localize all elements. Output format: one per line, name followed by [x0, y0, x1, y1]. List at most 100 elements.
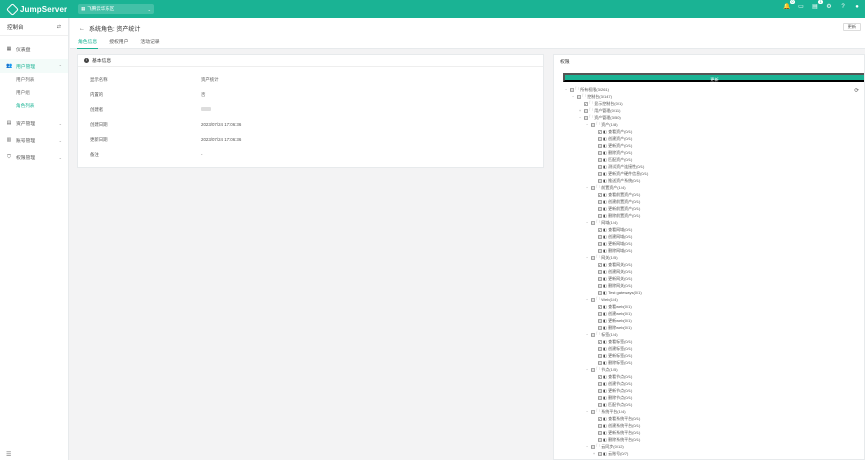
tree-checkbox[interactable]: □ [590, 409, 595, 414]
tree-checkbox[interactable]: □ [597, 276, 602, 281]
tree-checkbox[interactable]: □ [597, 143, 602, 148]
tree-node[interactable]: − □ 🗀 Web(1/4) [585, 296, 618, 303]
tree-checkbox[interactable]: □ [583, 115, 588, 120]
sidebar-item-permission-management[interactable]: ⛉ 权限管理 ⌄ [0, 150, 68, 164]
tree-checkbox[interactable]: □ [590, 185, 595, 190]
collapse-icon[interactable]: − [578, 116, 582, 120]
tree-node[interactable]: □ ◧ 测试资产连接性(0/1) [592, 163, 644, 170]
collapse-icon[interactable]: − [585, 256, 589, 260]
bell-icon[interactable]: 🔔 0 [783, 0, 795, 11]
tree-node[interactable]: − □ 🗀 节点(1/5) [585, 366, 618, 373]
brand-logo[interactable]: JumpServer [0, 2, 70, 16]
tree-node[interactable]: − □ 🗀 控制台(3/147) [571, 93, 612, 100]
tree-checkbox[interactable]: ✓ [583, 101, 588, 106]
tree-node[interactable]: □ ◧ 匹配节点(0/1) [592, 401, 632, 408]
tree-checkbox[interactable]: □ [597, 388, 602, 393]
tree-checkbox[interactable]: □ [590, 332, 595, 337]
tree-node[interactable]: ✓ ◧ 查看节点(0/1) [592, 373, 632, 380]
tree-checkbox[interactable]: □ [597, 381, 602, 386]
tree-node[interactable]: □ ◧ 删除节点(0/1) [592, 394, 632, 401]
tree-node[interactable]: − □ 🗀 前置资产(1/4) [585, 184, 626, 191]
tree-checkbox[interactable]: □ [597, 164, 602, 169]
tree-checkbox[interactable]: □ [597, 150, 602, 155]
sidebar-subitem-role-list[interactable]: 角色列表 [0, 99, 68, 112]
tree-checkbox[interactable]: □ [597, 234, 602, 239]
tree-checkbox[interactable]: ✓ [597, 129, 602, 134]
tree-checkbox[interactable]: □ [590, 255, 595, 260]
tree-node[interactable]: ✓ ◧ 查看前置资产(0/1) [592, 191, 640, 198]
sidebar-item-user-management[interactable]: 👥 用户管理 ⌃ [0, 59, 68, 73]
tree-checkbox[interactable]: □ [597, 402, 602, 407]
collapse-sidebar-icon[interactable]: ☰ [6, 451, 11, 458]
tree-node[interactable]: − □ 🗀 所有权限(3/261) [564, 86, 609, 93]
sidebar-item-dashboard[interactable]: ▦ 仪表盘 [0, 42, 68, 56]
tree-checkbox[interactable]: □ [597, 318, 602, 323]
collapse-icon[interactable]: − [585, 123, 589, 127]
tree-node[interactable]: ✓ ◧ 查看标签(0/1) [592, 338, 632, 345]
collapse-icon[interactable]: − [585, 298, 589, 302]
tree-node[interactable]: □ ◧ 创建web(0/1) [592, 310, 632, 317]
tab-authorized-users[interactable]: 授权用户 [108, 37, 129, 49]
tree-checkbox[interactable]: □ [597, 269, 602, 274]
tree-node[interactable]: □ ◧ 删除标签(0/1) [592, 359, 632, 366]
tree-node[interactable]: □ ◧ 更新前置资产(0/1) [592, 205, 640, 212]
tree-node[interactable]: □ ◧ 更新网关(0/1) [592, 275, 632, 282]
tree-checkbox[interactable]: □ [583, 108, 588, 113]
tree-node[interactable]: □ ◧ 创建前置资产(0/1) [592, 198, 640, 205]
tree-checkbox[interactable]: ✓ [597, 416, 602, 421]
tree-node[interactable]: □ ◧ 更新资产硬件信息(0/1) [592, 170, 648, 177]
tree-node[interactable]: + □ ◧ 云账号(0/7) [592, 450, 628, 457]
tree-node[interactable]: □ ◧ 更新web(0/1) [592, 317, 632, 324]
tree-node[interactable]: □ ◧ 更新系统平台(0/1) [592, 429, 640, 436]
tree-checkbox[interactable]: □ [597, 241, 602, 246]
tree-node[interactable]: − □ 🗀 网域(1/4) [585, 219, 618, 226]
tree-node[interactable]: ✓ ◧ 查看网关(0/1) [592, 261, 632, 268]
help-icon[interactable]: ? [839, 3, 847, 11]
tree-node[interactable]: − □ 🗀 资产(1/8) [585, 121, 618, 128]
tree-checkbox[interactable]: ✓ [597, 304, 602, 309]
tree-checkbox[interactable]: ✓ [597, 374, 602, 379]
ticket-icon[interactable]: ▤ 1 [811, 0, 823, 11]
tree-checkbox[interactable]: □ [597, 206, 602, 211]
tree-checkbox[interactable]: □ [597, 325, 602, 330]
tree-node[interactable]: □ ◧ Test gateways(0/1) [592, 289, 642, 296]
tree-node[interactable]: □ ◧ 创建网关(0/1) [592, 268, 632, 275]
collapse-icon[interactable]: − [585, 445, 589, 449]
tree-node[interactable]: ✓ ◧ 查看网域(0/1) [592, 226, 632, 233]
tree-node[interactable]: □ ◧ 匹配资产(0/1) [592, 156, 632, 163]
tree-checkbox[interactable]: □ [597, 346, 602, 351]
settings-icon[interactable]: ⚙ [825, 3, 833, 11]
tree-checkbox[interactable]: ✓ [597, 192, 602, 197]
tree-checkbox[interactable]: ✓ [597, 339, 602, 344]
tree-node[interactable]: − □ 🗀 标签(1/4) [585, 331, 618, 338]
tree-node[interactable]: − □ 🗀 网关(1/5) [585, 254, 618, 261]
back-arrow-icon[interactable]: ← [79, 26, 85, 32]
collapse-icon[interactable]: − [571, 95, 575, 99]
tree-node[interactable]: − □ 🗀 系统平台(1/4) [585, 408, 626, 415]
tree-node[interactable]: ✓ 🗀 显示控制台(0/1) [578, 100, 623, 107]
tree-checkbox[interactable]: □ [597, 437, 602, 442]
message-icon[interactable]: ▭ [797, 3, 805, 11]
tree-checkbox[interactable]: □ [576, 94, 581, 99]
tree-checkbox[interactable]: ✓ [597, 262, 602, 267]
tree-checkbox[interactable]: □ [597, 290, 602, 295]
tree-node[interactable]: □ ◧ 创建系统平台(0/1) [592, 422, 640, 429]
tree-node[interactable]: □ ◧ 创建节点(0/1) [592, 380, 632, 387]
tree-checkbox[interactable]: □ [590, 122, 595, 127]
tree-node[interactable]: □ ◧ 更新节点(0/1) [592, 387, 632, 394]
tab-activity-log[interactable]: 活动记录 [139, 37, 160, 49]
tree-node[interactable]: □ ◧ 删除资产(0/1) [592, 149, 632, 156]
refresh-button[interactable]: 更新 [842, 23, 861, 31]
refresh-icon[interactable]: ⟳ [854, 88, 859, 94]
collapse-icon[interactable]: − [585, 410, 589, 414]
avatar[interactable]: ● [853, 3, 861, 11]
collapse-icon[interactable]: − [564, 88, 568, 92]
tab-role-info[interactable]: 角色信息 [77, 37, 99, 49]
tree-checkbox[interactable]: □ [597, 171, 602, 176]
tree-node[interactable]: □ ◧ 推送资产系统(0/1) [592, 177, 640, 184]
tree-checkbox[interactable]: □ [597, 360, 602, 365]
tree-checkbox[interactable]: □ [590, 367, 595, 372]
tree-checkbox[interactable]: □ [597, 423, 602, 428]
tree-checkbox[interactable]: □ [597, 311, 602, 316]
tree-node[interactable]: □ ◧ 更新标签(0/1) [592, 352, 632, 359]
